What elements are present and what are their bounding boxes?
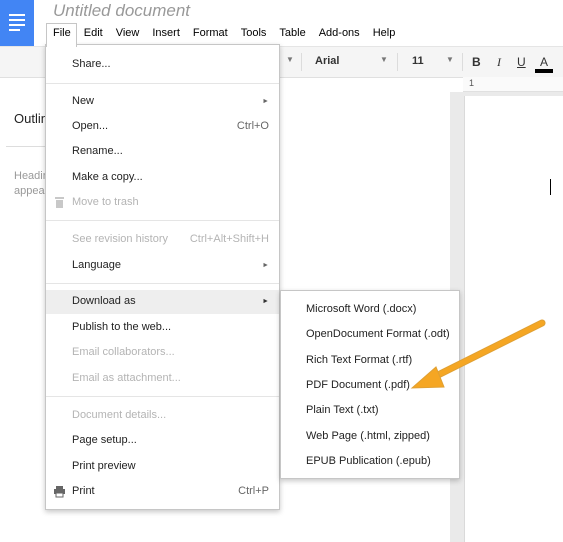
annotation-arrow-icon bbox=[410, 319, 546, 389]
